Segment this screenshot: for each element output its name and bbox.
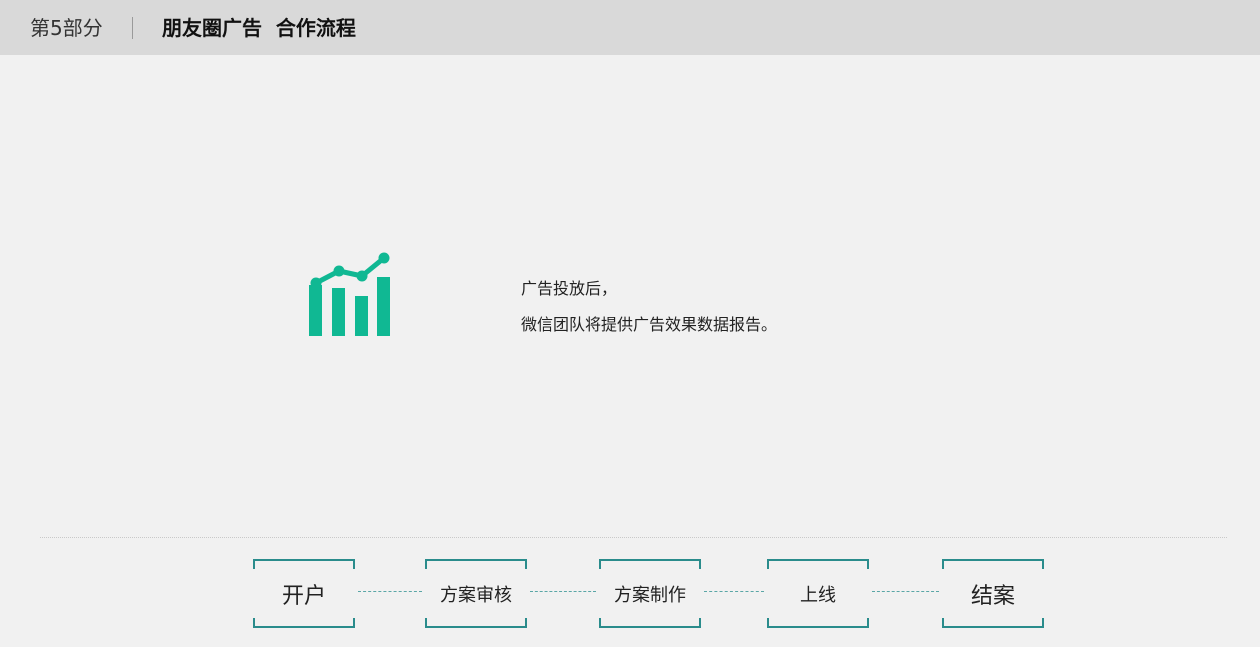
report-description: 广告投放后， 微信团队将提供广告效果数据报告。 [521,271,777,343]
page-header: 第5部分 朋友圈广告 合作流程 [0,0,1260,55]
header-separator [132,17,133,39]
flow-step-label: 结案 [970,583,1015,609]
flow-step-launch: 上线 [767,559,869,628]
divider-line [40,537,1227,538]
page-title: 朋友圈广告 合作流程 [162,16,356,40]
step-bracket-top [942,559,1044,569]
step-bracket-top [425,559,527,569]
section-label: 第5部分 [30,16,103,40]
step-bracket-bottom [767,618,869,628]
flow-connector [704,591,764,592]
step-bracket-top [599,559,701,569]
step-bracket-bottom [253,618,355,628]
step-bracket-top [767,559,869,569]
step-bracket-bottom [425,618,527,628]
flow-step-plan-production: 方案制作 [599,559,701,628]
flow-connector [358,591,422,592]
flow-step-label: 方案审核 [440,584,512,606]
flow-step-label: 开户 [281,583,326,609]
flow-step-plan-review: 方案审核 [425,559,527,628]
bar-chart-trend-icon [309,252,390,336]
step-bracket-bottom [599,618,701,628]
step-bracket-top [253,559,355,569]
flow-step-label: 方案制作 [614,584,686,606]
flow-connector [530,591,596,592]
step-bracket-bottom [942,618,1044,628]
flow-step-open-account: 开户 [253,559,355,628]
flow-step-label: 上线 [800,584,836,606]
report-line-1: 广告投放后， [521,279,618,298]
report-line-2: 微信团队将提供广告效果数据报告。 [521,315,778,334]
flow-step-close-case: 结案 [942,559,1044,628]
flow-connector [872,591,939,592]
